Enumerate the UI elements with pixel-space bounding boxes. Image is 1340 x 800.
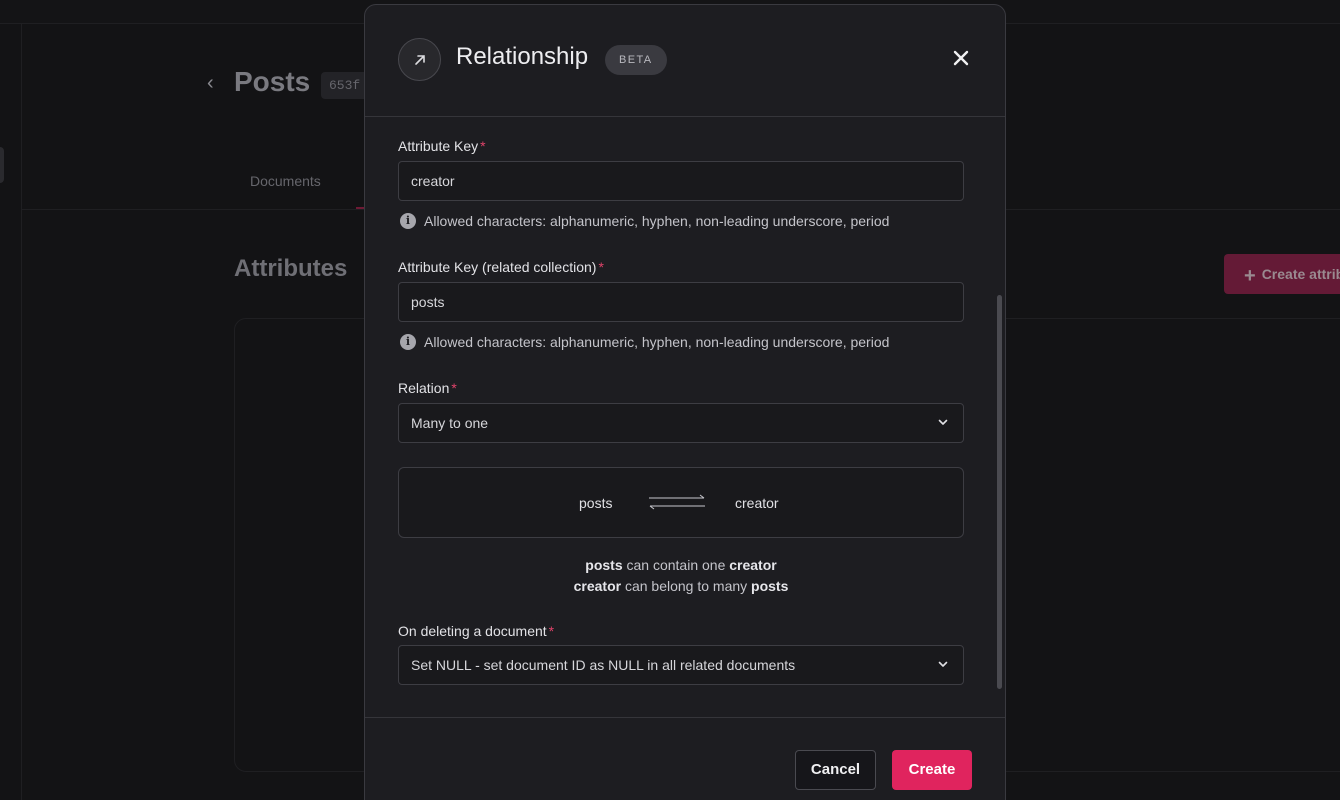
- relationship-modal: Relationship BETA Attribute Key * creator…: [364, 4, 1006, 800]
- helper-text: Allowed characters: alphanumeric, hyphen…: [424, 213, 890, 229]
- desc-collection: creator: [573, 578, 622, 594]
- desc-collection: posts: [585, 557, 623, 573]
- on-delete-select[interactable]: Set NULL - set document ID as NULL in al…: [398, 645, 964, 685]
- create-button[interactable]: Create: [892, 750, 972, 790]
- create-attribute-button[interactable]: + Create attribute: [1224, 254, 1340, 294]
- on-delete-label-text: On deleting a document: [398, 623, 547, 639]
- sidebar-indicator: [0, 147, 4, 183]
- desc-text: can contain one: [626, 557, 726, 573]
- chevron-down-icon: [938, 419, 948, 425]
- on-delete-label: On deleting a document *: [398, 623, 554, 639]
- desc-collection: posts: [751, 578, 789, 594]
- relation-select[interactable]: Many to one: [398, 403, 964, 443]
- diagram-left-collection: posts: [579, 495, 613, 511]
- info-icon: i: [400, 334, 416, 350]
- relationship-diagram: posts creator: [398, 467, 964, 538]
- relation-description-line2: creator can belong to many posts: [398, 578, 964, 594]
- section-title: Attributes: [234, 255, 348, 282]
- modal-footer: Cancel Create: [365, 717, 1005, 800]
- attribute-key-label: Attribute Key *: [398, 138, 486, 154]
- relation-label: Relation *: [398, 380, 457, 396]
- attribute-key-label-text: Attribute Key: [398, 138, 479, 154]
- required-marker: *: [451, 380, 457, 396]
- attribute-key-input[interactable]: creator: [398, 161, 964, 201]
- cancel-button[interactable]: Cancel: [795, 750, 876, 790]
- desc-collection: creator: [729, 557, 777, 573]
- beta-badge: BETA: [605, 45, 667, 75]
- info-icon: i: [400, 213, 416, 229]
- diagram-right-collection: creator: [735, 495, 779, 511]
- on-delete-select-value: Set NULL - set document ID as NULL in al…: [411, 657, 796, 673]
- helper-text: Allowed characters: alphanumeric, hyphen…: [424, 334, 890, 350]
- related-key-input[interactable]: posts: [398, 282, 964, 322]
- required-marker: *: [548, 623, 555, 639]
- page-title: Posts: [234, 66, 311, 97]
- modal-scrollbar[interactable]: [997, 295, 1002, 689]
- chevron-down-icon: [938, 661, 948, 667]
- required-marker: *: [480, 138, 486, 154]
- required-marker: *: [598, 259, 604, 275]
- related-key-label-text: Attribute Key (related collection): [398, 259, 597, 275]
- modal-header: Relationship BETA: [365, 5, 1005, 117]
- close-icon[interactable]: [950, 43, 972, 73]
- related-key-helper: i Allowed characters: alphanumeric, hyph…: [400, 334, 889, 350]
- bidirectional-arrow-icon: [649, 494, 705, 510]
- plus-icon: +: [1244, 265, 1256, 287]
- relation-select-value: Many to one: [411, 415, 489, 431]
- relation-label-text: Relation: [398, 380, 450, 396]
- related-key-label: Attribute Key (related collection) *: [398, 259, 604, 275]
- relation-description-line1: posts can contain one creator: [398, 557, 964, 573]
- modal-title: Relationship: [456, 43, 589, 70]
- create-attribute-label: Create attribute: [1261, 266, 1340, 282]
- sidebar: [0, 24, 22, 800]
- tab-documents[interactable]: Documents: [250, 173, 321, 189]
- modal-body: Attribute Key * creator i Allowed charact…: [365, 117, 1005, 717]
- desc-text: can belong to many: [624, 578, 748, 594]
- chevron-left-icon[interactable]: ‹: [207, 72, 214, 95]
- arrow-up-right-icon: [398, 38, 441, 81]
- attribute-key-helper: i Allowed characters: alphanumeric, hyph…: [400, 213, 889, 229]
